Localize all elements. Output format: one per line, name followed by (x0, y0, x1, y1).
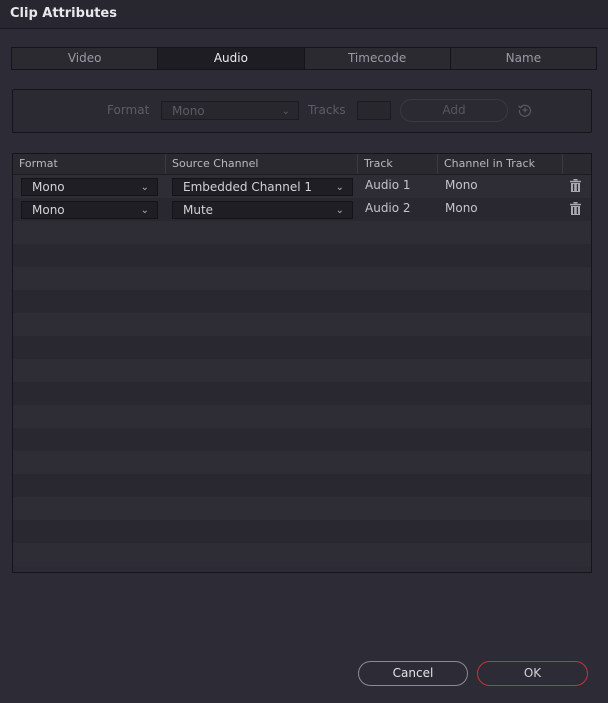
trash-icon[interactable] (570, 202, 581, 215)
tracks-label: Tracks (308, 103, 346, 117)
table-header: Format Source Channel Track Channel in T… (13, 154, 591, 175)
row-track: Audio 1 (365, 178, 411, 192)
chevron-down-icon: ⌄ (281, 106, 290, 117)
format-label: Format (107, 103, 150, 117)
table-row: Mono ⌄ Mute ⌄ Audio 2 Mono (13, 198, 591, 221)
chevron-down-icon: ⌄ (335, 182, 344, 193)
add-track-panel: Format Mono ⌄ Tracks Add (12, 89, 592, 133)
row-source-channel-select[interactable]: Mute ⌄ (172, 201, 353, 219)
audio-channel-table: Format Source Channel Track Channel in T… (12, 153, 592, 573)
row-format-value: Mono (32, 180, 65, 194)
tab-name[interactable]: Name (450, 48, 596, 69)
format-select-value: Mono (172, 104, 205, 118)
row-source-channel-value: Embedded Channel 1 (183, 180, 313, 194)
row-format-select[interactable]: Mono ⌄ (21, 178, 158, 196)
reset-icon[interactable] (517, 102, 533, 118)
column-header-track: Track (358, 154, 438, 174)
chevron-down-icon: ⌄ (140, 182, 149, 193)
table-body-background (13, 175, 591, 566)
format-select[interactable]: Mono ⌄ (161, 101, 299, 120)
ok-button[interactable]: OK (477, 661, 588, 686)
trash-icon[interactable] (570, 179, 581, 192)
chevron-down-icon: ⌄ (140, 205, 149, 216)
row-format-select[interactable]: Mono ⌄ (21, 201, 158, 219)
row-source-channel-select[interactable]: Embedded Channel 1 ⌄ (172, 178, 353, 196)
column-header-format: Format (13, 154, 166, 174)
row-format-value: Mono (32, 203, 65, 217)
tracks-input[interactable] (357, 101, 391, 120)
chevron-down-icon: ⌄ (335, 205, 344, 216)
tab-bar: Video Audio Timecode Name (11, 47, 597, 70)
column-header-actions (563, 154, 591, 174)
tab-audio[interactable]: Audio (158, 48, 305, 69)
cancel-button[interactable]: Cancel (358, 661, 468, 686)
tab-timecode[interactable]: Timecode (304, 48, 451, 69)
column-header-source-channel: Source Channel (166, 154, 358, 174)
tab-video[interactable]: Video (12, 48, 159, 69)
column-header-channel-in-track: Channel in Track (438, 154, 563, 174)
row-channel-in-track: Mono (445, 201, 478, 215)
dialog-title: Clip Attributes (10, 6, 117, 21)
table-row: Mono ⌄ Embedded Channel 1 ⌄ Audio 1 Mono (13, 175, 591, 198)
add-button[interactable]: Add (400, 99, 508, 122)
title-bar: Clip Attributes (0, 0, 608, 29)
row-source-channel-value: Mute (183, 203, 214, 217)
row-channel-in-track: Mono (445, 178, 478, 192)
row-track: Audio 2 (365, 201, 411, 215)
